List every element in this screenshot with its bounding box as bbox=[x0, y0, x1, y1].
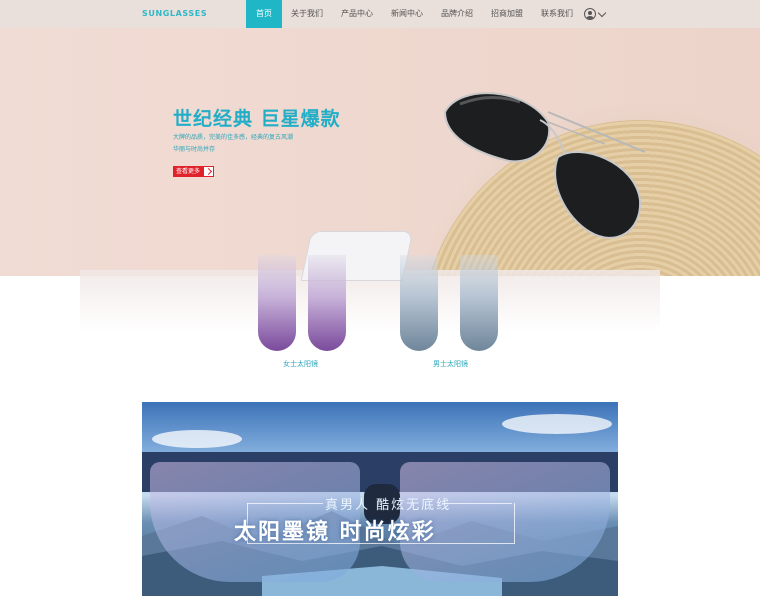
slogan-top: 真男人 酷炫无底线 bbox=[325, 498, 452, 513]
nav-item-home[interactable]: 首页 bbox=[246, 0, 282, 28]
user-avatar-icon bbox=[584, 8, 596, 20]
men-sunglasses-link[interactable]: 男士太阳镜 bbox=[433, 359, 468, 369]
nav-item-contact[interactable]: 联系我们 bbox=[532, 0, 582, 28]
user-menu[interactable] bbox=[584, 7, 610, 21]
women-lens-left-image bbox=[258, 255, 296, 351]
cloud bbox=[502, 414, 612, 434]
men-lens-left-image bbox=[400, 255, 438, 351]
nav-item-about[interactable]: 关于我们 bbox=[282, 0, 332, 28]
top-nav: SUNGLASSES 首页 关于我们 产品中心 新闻中心 品牌介绍 招商加盟 联… bbox=[0, 0, 760, 28]
women-lens-right-image bbox=[308, 255, 346, 351]
nav-item-products[interactable]: 产品中心 bbox=[332, 0, 382, 28]
hero-description: 大牌的品质，完美的佳多感，经典的复古风潮 华丽与时尚并存 bbox=[173, 132, 333, 156]
logo[interactable]: SUNGLASSES bbox=[142, 9, 207, 18]
chevron-right-icon bbox=[203, 166, 215, 177]
hero-desc-line1: 大牌的品质，完美的佳多感，经典的复古风潮 bbox=[173, 134, 294, 141]
view-more-label: 查看更多 bbox=[173, 166, 204, 177]
chevron-down-icon bbox=[597, 8, 607, 17]
women-sunglasses-link[interactable]: 女士太阳镜 bbox=[283, 359, 318, 369]
slogan-main: 太阳墨镜 时尚炫彩 bbox=[234, 520, 436, 545]
nav-item-franchise[interactable]: 招商加盟 bbox=[482, 0, 532, 28]
hero-desc-line2: 华丽与时尚并存 bbox=[173, 146, 216, 153]
view-more-button[interactable]: 查看更多 bbox=[173, 166, 215, 177]
men-lens-right-image bbox=[460, 255, 498, 351]
hero-title: 世纪经典 巨星爆款 bbox=[173, 108, 341, 130]
nav-item-brand[interactable]: 品牌介绍 bbox=[432, 0, 482, 28]
aviator-sunglasses-image bbox=[443, 92, 646, 239]
promo-banner: 真男人 酷炫无底线 太阳墨镜 时尚炫彩 bbox=[142, 402, 618, 596]
cloud bbox=[152, 430, 242, 448]
nav-item-news[interactable]: 新闻中心 bbox=[382, 0, 432, 28]
main-menu: 首页 关于我们 产品中心 新闻中心 品牌介绍 招商加盟 联系我们 bbox=[246, 0, 582, 28]
